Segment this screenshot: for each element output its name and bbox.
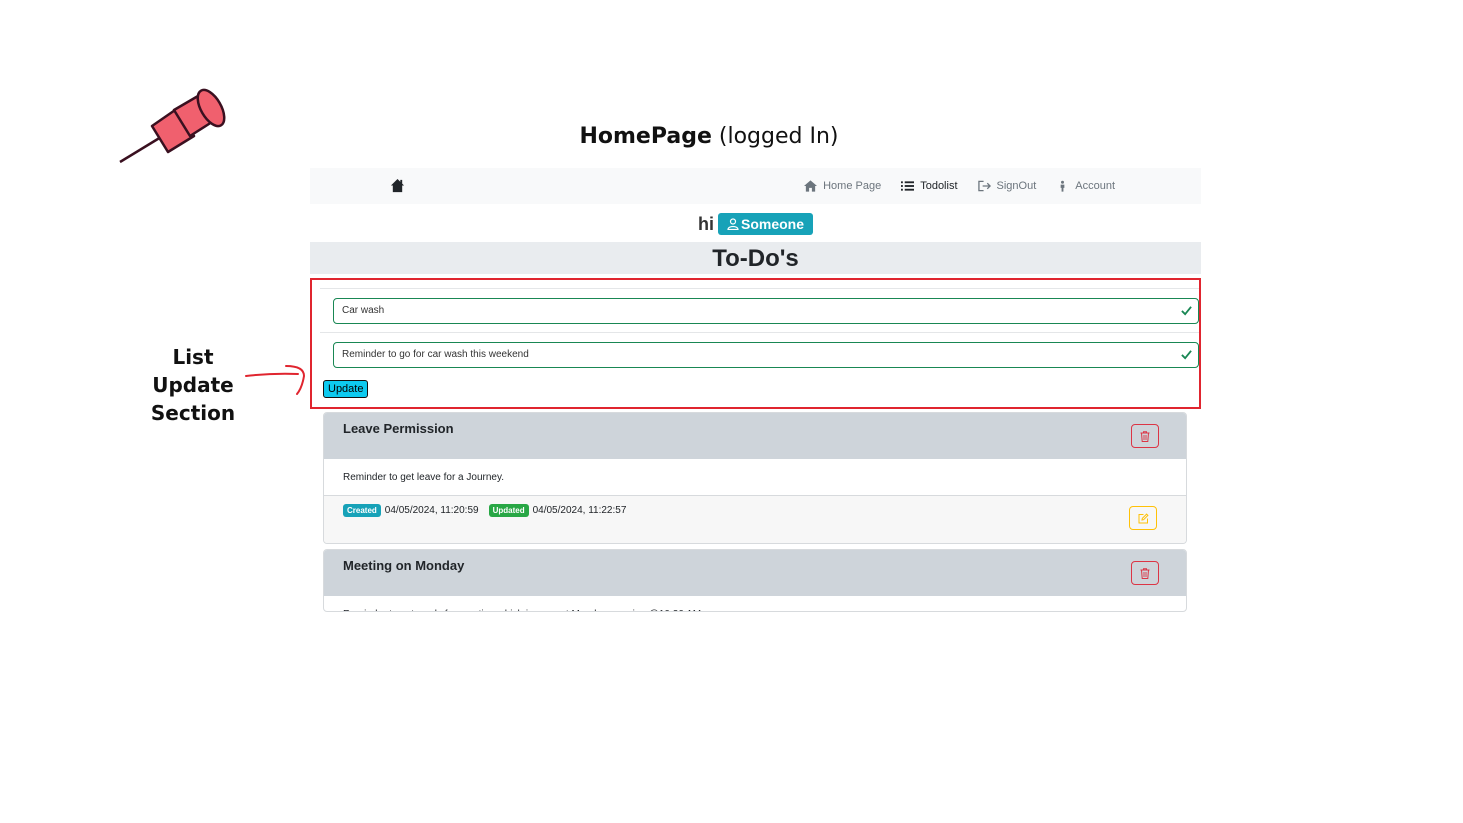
trash-icon bbox=[1140, 430, 1150, 442]
nav-signout-label: SignOut bbox=[996, 180, 1037, 192]
todo-timestamps: Created 04/05/2024, 11:20:59 Updated 04/… bbox=[343, 504, 626, 517]
greeting-hi: hi bbox=[697, 213, 714, 234]
callout-line: List bbox=[172, 345, 214, 369]
username-badge: Someone bbox=[717, 213, 813, 235]
nav-todolist-label: Todolist bbox=[920, 180, 958, 192]
todo-title-value: Car wash bbox=[342, 304, 385, 316]
username-text: Someone bbox=[740, 216, 804, 232]
slide-title-bold: HomePage bbox=[579, 124, 712, 149]
nav-account-link[interactable]: Account bbox=[1056, 180, 1115, 192]
list-icon bbox=[901, 181, 915, 191]
title-row: Car wash bbox=[320, 288, 1201, 332]
todo-description-value: Reminder to go for car wash this weekend bbox=[342, 348, 529, 360]
slide-title-rest: (logged In) bbox=[711, 124, 839, 149]
user-icon bbox=[727, 218, 739, 230]
todo-description-input[interactable]: Reminder to go for car wash this weekend bbox=[333, 341, 1199, 368]
check-icon bbox=[1181, 349, 1192, 360]
description-row: Reminder to go for car wash this weekend bbox=[320, 332, 1201, 376]
callout-line: Section bbox=[150, 401, 236, 425]
nav-todolist-link[interactable]: Todolist bbox=[901, 180, 958, 192]
nav-account-label: Account bbox=[1075, 180, 1115, 192]
update-form: Car wash Reminder to go for car wash thi… bbox=[320, 288, 1201, 398]
todo-card-header: Leave Permission bbox=[324, 413, 1186, 459]
nav-home-link[interactable]: Home Page bbox=[804, 180, 881, 192]
delete-button[interactable] bbox=[1131, 561, 1159, 585]
delete-button[interactable] bbox=[1131, 424, 1159, 448]
updated-time: 04/05/2024, 11:22:57 bbox=[532, 505, 627, 516]
updated-badge: Updated bbox=[488, 504, 529, 517]
app-window: Home Page Todolist SignOut Account hi So… bbox=[310, 168, 1201, 612]
todo-card-title: Leave Permission bbox=[343, 421, 454, 436]
todo-card-description: Reminder to get leave for a Journey. bbox=[324, 459, 1186, 496]
todo-title-input[interactable]: Car wash bbox=[333, 297, 1199, 324]
nav-links: Home Page Todolist SignOut Account bbox=[804, 168, 1115, 204]
navbar: Home Page Todolist SignOut Account bbox=[310, 168, 1201, 204]
slide-title: HomePage (logged In) bbox=[0, 124, 1418, 149]
trash-icon bbox=[1140, 567, 1150, 579]
todo-card-title: Meeting on Monday bbox=[343, 558, 465, 573]
check-icon bbox=[1181, 305, 1192, 316]
callout-arrow-icon bbox=[245, 365, 306, 395]
greeting: hi Someone bbox=[310, 213, 1201, 235]
nav-home-label: Home Page bbox=[823, 180, 882, 192]
created-badge: Created bbox=[343, 504, 381, 517]
todo-card-footer: Created 04/05/2024, 11:20:59 Updated 04/… bbox=[324, 496, 1186, 543]
edit-button[interactable] bbox=[1129, 506, 1157, 530]
edit-icon bbox=[1138, 512, 1149, 523]
page-title: To-Do's bbox=[310, 242, 1201, 274]
section-callout-label: List Update Section bbox=[138, 343, 248, 427]
todo-card-header: Meeting on Monday bbox=[324, 550, 1186, 596]
person-icon bbox=[1060, 180, 1065, 192]
nav-signout-link[interactable]: SignOut bbox=[977, 180, 1037, 192]
todo-card: Leave Permission Reminder to get leave f… bbox=[323, 412, 1187, 544]
home-icon bbox=[804, 180, 818, 192]
house-icon[interactable] bbox=[390, 178, 405, 193]
update-button[interactable]: Update bbox=[323, 380, 369, 398]
created-time: 04/05/2024, 11:20:59 bbox=[384, 505, 479, 516]
callout-line: Update bbox=[152, 373, 234, 397]
todo-card-description: Reminder to get ready for meeting which … bbox=[324, 596, 1186, 611]
sign-out-icon bbox=[977, 180, 991, 192]
todo-card: Meeting on Monday Reminder to get ready … bbox=[323, 549, 1187, 612]
